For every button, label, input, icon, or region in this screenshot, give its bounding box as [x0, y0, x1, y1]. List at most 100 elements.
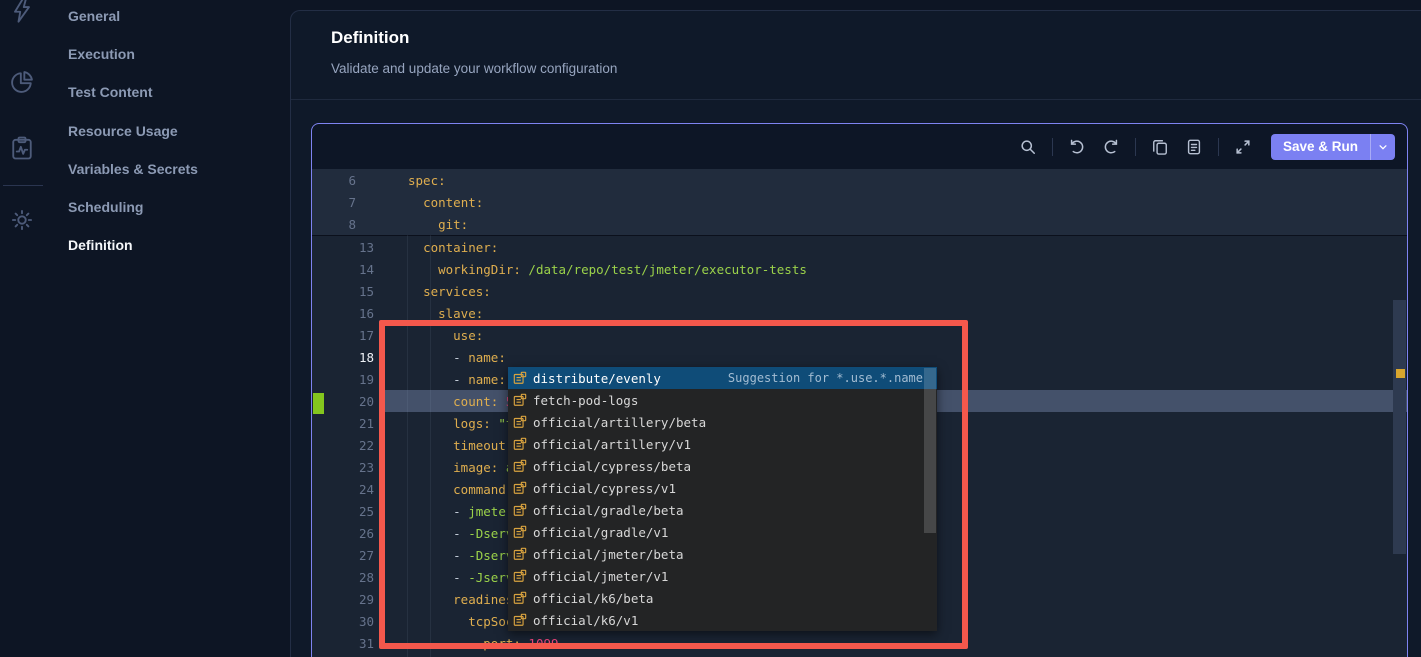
nav-item-definition[interactable]: Definition [68, 235, 133, 255]
snippet-icon [513, 415, 527, 429]
suggestion-item[interactable]: official/cypress/v1 [508, 477, 937, 499]
suggestion-label: official/jmeter/v1 [533, 569, 668, 584]
suggestion-label: official/gradle/beta [533, 503, 684, 518]
suggestion-item[interactable]: official/jmeter/beta [508, 543, 937, 565]
code-line-8[interactable]: 8 git: [312, 213, 1407, 235]
suggestion-item[interactable]: official/artillery/v1 [508, 433, 937, 455]
test-results-icon[interactable] [8, 134, 36, 162]
line-number: 20 [312, 394, 396, 409]
search-icon[interactable] [1018, 137, 1038, 157]
line-content: - -Dserv [396, 526, 513, 541]
line-content: readines [396, 592, 513, 607]
snippet-icon [513, 393, 527, 407]
suggestion-item[interactable]: official/gradle/v1 [508, 521, 937, 543]
code-line-6[interactable]: 6 spec: [312, 169, 1407, 191]
line-content: count: 5 [396, 394, 513, 409]
line-number: 8 [312, 217, 396, 232]
suggestion-item[interactable]: official/cypress/beta [508, 455, 937, 477]
line-number: 24 [312, 482, 396, 497]
save-and-run-button[interactable]: Save & Run [1271, 134, 1395, 160]
line-content: timeout: [396, 438, 513, 453]
editor-toolbar: Save & Run [312, 124, 1407, 169]
nav-item-resource-usage[interactable]: Resource Usage [68, 121, 178, 141]
save-and-run-label[interactable]: Save & Run [1271, 134, 1370, 160]
line-content: tcpSoc [396, 614, 513, 629]
nav-item-scheduling[interactable]: Scheduling [68, 197, 143, 217]
fullscreen-icon[interactable] [1233, 137, 1253, 157]
code-line-15[interactable]: 15 services: [312, 280, 1407, 302]
popup-scrollbar[interactable] [924, 368, 936, 533]
suggestion-item[interactable]: official/artillery/beta [508, 411, 937, 433]
line-content: - -Jserv [396, 570, 513, 585]
code-line-18[interactable]: 18 - name: [312, 346, 1407, 368]
snippet-icon [513, 503, 527, 517]
chevron-down-icon[interactable] [1371, 134, 1395, 160]
snippet-icon [513, 525, 527, 539]
line-content: slave: [396, 306, 483, 321]
sticky-scroll: 6 spec: 7 content: 8 git: [312, 169, 1407, 236]
nav-item-general[interactable]: General [68, 6, 120, 26]
line-number: 17 [312, 328, 396, 343]
line-content: - name: [396, 372, 513, 387]
suggestion-item[interactable]: official/jmeter/v1 [508, 565, 937, 587]
line-content: logs: "t [396, 416, 513, 431]
suggestion-label: official/cypress/beta [533, 459, 691, 474]
editor-scrollbar[interactable] [1393, 300, 1406, 554]
suggestion-label: official/artillery/beta [533, 415, 706, 430]
suggestion-hint: Suggestion for *.use.*.name [728, 371, 923, 385]
line-content: port: 1099 [396, 636, 559, 651]
code-line-17[interactable]: 17 use: [312, 324, 1407, 346]
nav-item-test-content[interactable]: Test Content [68, 82, 153, 102]
line-number: 6 [312, 173, 396, 188]
line-number: 16 [312, 306, 396, 321]
suggestion-item[interactable]: official/gradle/beta [508, 499, 937, 521]
line-content: - -Dserv [396, 548, 513, 563]
line-number: 15 [312, 284, 396, 299]
toolbar-separator [1052, 138, 1053, 156]
line-number: 26 [312, 526, 396, 541]
icon-rail [0, 0, 45, 657]
copy-icon[interactable] [1150, 137, 1170, 157]
code-line-14[interactable]: 14 workingDir: /data/repo/test/jmeter/ex… [312, 258, 1407, 280]
line-number: 18 [312, 350, 396, 365]
line-number: 31 [312, 636, 396, 651]
lightning-icon[interactable] [8, 0, 36, 24]
nav-item-variables-secrets[interactable]: Variables & Secrets [68, 159, 198, 179]
autocomplete-popup: distribute/evenly Suggestion for *.use.*… [508, 367, 937, 631]
redo-icon[interactable] [1101, 137, 1121, 157]
line-number: 14 [312, 262, 396, 277]
suggestion-item[interactable]: official/k6/v1 [508, 609, 937, 631]
line-content: - name: [396, 350, 513, 365]
line-number: 29 [312, 592, 396, 607]
undo-icon[interactable] [1067, 137, 1087, 157]
line-content: git: [396, 217, 468, 232]
snippet-icon [513, 371, 527, 385]
code-line-13[interactable]: 13 container: [312, 236, 1407, 258]
code-line-31[interactable]: 31 port: 1099 [312, 632, 1407, 654]
line-content: container: [396, 240, 498, 255]
code-line-16[interactable]: 16 slave: [312, 302, 1407, 324]
suggestion-label: official/gradle/v1 [533, 525, 668, 540]
snippet-icon [513, 481, 527, 495]
line-content: image: a [396, 460, 513, 475]
line-number: 7 [312, 195, 396, 210]
line-number: 13 [312, 240, 396, 255]
overview-ruler-modified-marker [1396, 369, 1405, 378]
page-header: Definition Validate and update your work… [291, 11, 1421, 100]
suggestion-item[interactable]: fetch-pod-logs [508, 389, 937, 411]
pie-chart-icon[interactable] [8, 68, 36, 96]
paste-icon[interactable] [1184, 137, 1204, 157]
line-number: 22 [312, 438, 396, 453]
code-line-7[interactable]: 7 content: [312, 191, 1407, 213]
line-number: 19 [312, 372, 396, 387]
nav-item-execution[interactable]: Execution [68, 44, 135, 64]
toolbar-separator [1135, 138, 1136, 156]
page-title: Definition [331, 28, 409, 48]
line-content: content: [396, 195, 483, 210]
line-number: 30 [312, 614, 396, 629]
suggestion-item-distribute-evenly[interactable]: distribute/evenly Suggestion for *.use.*… [508, 367, 937, 389]
line-number: 23 [312, 460, 396, 475]
suggestion-item[interactable]: official/k6/beta [508, 587, 937, 609]
suggestion-label: official/k6/v1 [533, 613, 638, 628]
settings-icon[interactable] [8, 206, 36, 234]
